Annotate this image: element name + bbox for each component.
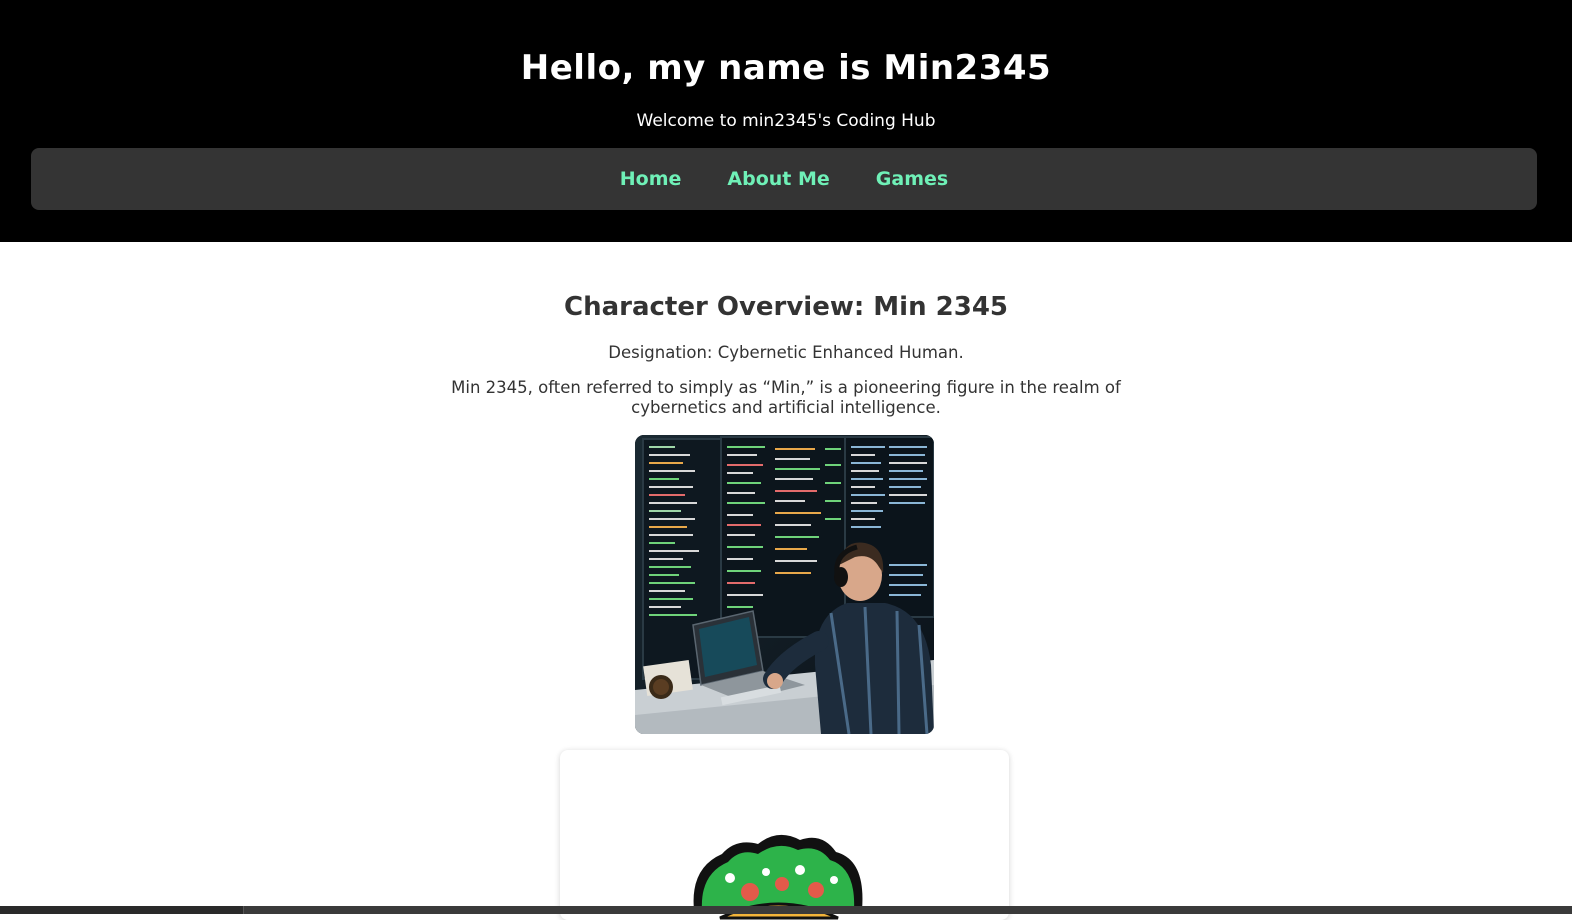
bottom-bar [0, 906, 1572, 914]
bio-text: Min 2345, often referred to simply as “M… [451, 378, 1121, 417]
game-avatar-icon [693, 834, 863, 920]
nav-link-home[interactable]: Home [620, 168, 682, 190]
nav-link-about-me[interactable]: About Me [727, 168, 829, 190]
site-header: Hello, my name is Min2345 Welcome to min… [0, 0, 1572, 242]
coding-photo [635, 435, 934, 734]
page-title: Hello, my name is Min2345 [520, 48, 1052, 88]
section-heading: Character Overview: Min 2345 [563, 292, 1009, 322]
nav-bar: Home About Me Games [31, 148, 1537, 210]
game-card[interactable] [560, 750, 1009, 920]
designation-text: Designation: Cybernetic Enhanced Human. [608, 343, 964, 362]
main-content: Character Overview: Min 2345 Designation… [0, 242, 1572, 920]
person-coding-icon [635, 435, 934, 734]
page-subtitle: Welcome to min2345's Coding Hub [636, 111, 936, 131]
bottom-bar-tab[interactable] [0, 906, 244, 914]
nav-link-games[interactable]: Games [876, 168, 948, 190]
